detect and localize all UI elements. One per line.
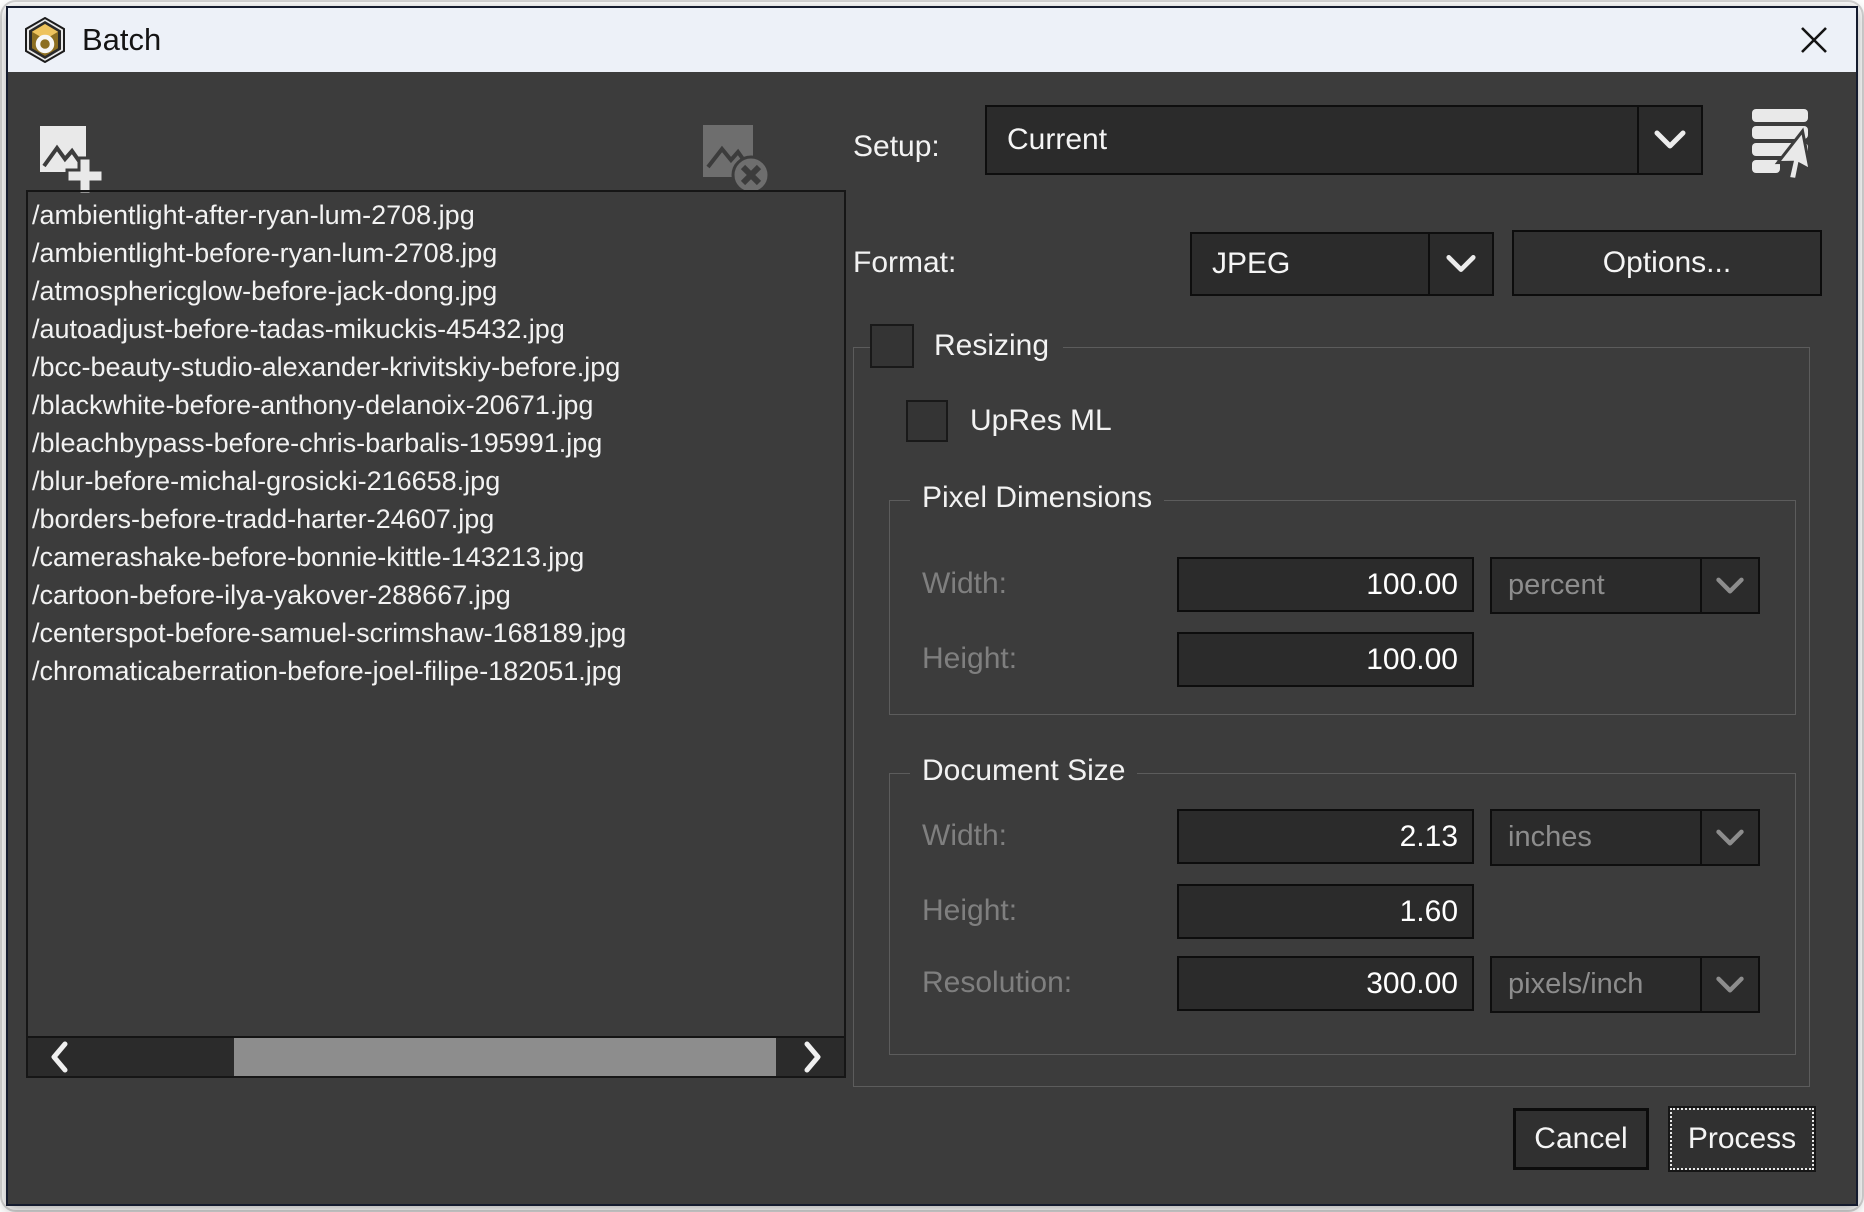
resolution-unit-value: pixels/inch bbox=[1492, 958, 1700, 1011]
list-item[interactable]: /blackwhite-before-anthony-delanoix-2067… bbox=[32, 386, 844, 424]
apply-setup-to-list-button[interactable] bbox=[1746, 104, 1824, 184]
list-item[interactable]: /autoadjust-before-tadas-mikuckis-45432.… bbox=[32, 310, 844, 348]
options-button-label: Options... bbox=[1603, 246, 1731, 280]
pixel-width-input[interactable] bbox=[1177, 557, 1474, 612]
resolution-unit-dropdown[interactable]: pixels/inch bbox=[1490, 956, 1760, 1013]
format-dropdown[interactable]: JPEG bbox=[1190, 232, 1494, 296]
batch-dialog: Batch Setup: Current bbox=[6, 6, 1858, 1206]
list-item[interactable]: /atmosphericglow-before-jack-dong.jpg bbox=[32, 272, 844, 310]
list-item[interactable]: /centerspot-before-samuel-scrimshaw-1681… bbox=[32, 614, 844, 652]
doc-width-input[interactable] bbox=[1177, 809, 1474, 864]
doc-height-input[interactable] bbox=[1177, 884, 1474, 939]
setup-dropdown[interactable]: Current bbox=[985, 105, 1703, 175]
scroll-right-button[interactable] bbox=[782, 1038, 844, 1076]
resizing-label: Resizing bbox=[934, 329, 1049, 363]
resizing-checkbox[interactable] bbox=[870, 324, 914, 368]
file-list: /ambientlight-after-ryan-lum-2708.jpg/am… bbox=[28, 196, 844, 1034]
scroll-track[interactable] bbox=[90, 1038, 782, 1076]
document-size-group: Document Size Width: inches Height: Reso… bbox=[889, 773, 1796, 1055]
pixel-height-input[interactable] bbox=[1177, 632, 1474, 687]
upres-row: UpRes ML bbox=[906, 400, 1112, 442]
setup-value: Current bbox=[987, 107, 1637, 173]
add-images-icon bbox=[38, 122, 104, 194]
pixel-dimensions-title: Pixel Dimensions bbox=[922, 481, 1152, 515]
doc-height-label: Height: bbox=[922, 894, 1017, 928]
setup-label: Setup: bbox=[853, 130, 940, 164]
process-button[interactable]: Process bbox=[1670, 1108, 1814, 1170]
resizing-group: Resizing UpRes ML Pixel Dimensions Width… bbox=[853, 347, 1810, 1087]
scroll-left-button[interactable] bbox=[28, 1038, 90, 1076]
process-button-label: Process bbox=[1688, 1122, 1796, 1156]
chevron-down-icon bbox=[1428, 234, 1492, 294]
titlebar: Batch bbox=[8, 8, 1856, 72]
chevron-down-icon bbox=[1637, 107, 1701, 173]
app-icon bbox=[24, 17, 66, 63]
doc-width-label: Width: bbox=[922, 819, 1007, 853]
close-icon bbox=[1798, 24, 1830, 56]
upres-ml-checkbox[interactable] bbox=[906, 400, 948, 442]
chevron-left-icon bbox=[49, 1041, 69, 1073]
pixel-height-label: Height: bbox=[922, 642, 1017, 676]
pixel-dimensions-group: Pixel Dimensions Width: percent Height: bbox=[889, 500, 1796, 715]
pixel-width-unit-value: percent bbox=[1492, 559, 1700, 612]
cancel-button-label: Cancel bbox=[1534, 1122, 1627, 1156]
doc-width-unit-value: inches bbox=[1492, 811, 1700, 864]
pixel-width-unit-dropdown[interactable]: percent bbox=[1490, 557, 1760, 614]
chevron-down-icon bbox=[1700, 811, 1758, 864]
chevron-down-icon bbox=[1700, 958, 1758, 1011]
resolution-input[interactable] bbox=[1177, 956, 1474, 1011]
format-value: JPEG bbox=[1192, 234, 1428, 294]
window-title: Batch bbox=[82, 22, 161, 58]
format-label: Format: bbox=[853, 246, 956, 280]
list-item[interactable]: /camerashake-before-bonnie-kittle-143213… bbox=[32, 538, 844, 576]
list-item[interactable]: /ambientlight-before-ryan-lum-2708.jpg bbox=[32, 234, 844, 272]
chevron-right-icon bbox=[803, 1041, 823, 1073]
document-size-legend: Document Size bbox=[910, 754, 1137, 788]
list-item[interactable]: /ambientlight-after-ryan-lum-2708.jpg bbox=[32, 196, 844, 234]
cancel-button[interactable]: Cancel bbox=[1513, 1108, 1649, 1170]
list-item[interactable]: /bleachbypass-before-chris-barbalis-1959… bbox=[32, 424, 844, 462]
upres-ml-label: UpRes ML bbox=[970, 404, 1112, 438]
close-button[interactable] bbox=[1796, 22, 1832, 58]
remove-images-icon bbox=[699, 121, 779, 201]
list-item[interactable]: /cartoon-before-ilya-yakover-288667.jpg bbox=[32, 576, 844, 614]
h-scrollbar[interactable] bbox=[28, 1036, 844, 1076]
list-item[interactable]: /bcc-beauty-studio-alexander-krivitskiy-… bbox=[32, 348, 844, 386]
options-button[interactable]: Options... bbox=[1512, 230, 1822, 296]
batch-list-arrow-icon bbox=[1748, 105, 1822, 183]
resizing-legend: Resizing bbox=[870, 324, 1063, 368]
pixel-dimensions-legend: Pixel Dimensions bbox=[910, 481, 1164, 515]
list-item[interactable]: /blur-before-michal-grosicki-216658.jpg bbox=[32, 462, 844, 500]
list-item[interactable]: /chromaticaberration-before-joel-filipe-… bbox=[32, 652, 844, 690]
scroll-thumb[interactable] bbox=[234, 1038, 776, 1076]
chevron-down-icon bbox=[1700, 559, 1758, 612]
list-item[interactable]: /borders-before-tradd-harter-24607.jpg bbox=[32, 500, 844, 538]
resolution-label: Resolution: bbox=[922, 966, 1072, 1000]
file-list-box: /ambientlight-after-ryan-lum-2708.jpg/am… bbox=[26, 190, 846, 1078]
document-size-title: Document Size bbox=[922, 754, 1125, 788]
pixel-width-label: Width: bbox=[922, 567, 1007, 601]
doc-width-unit-dropdown[interactable]: inches bbox=[1490, 809, 1760, 866]
add-images-button[interactable] bbox=[36, 120, 106, 196]
